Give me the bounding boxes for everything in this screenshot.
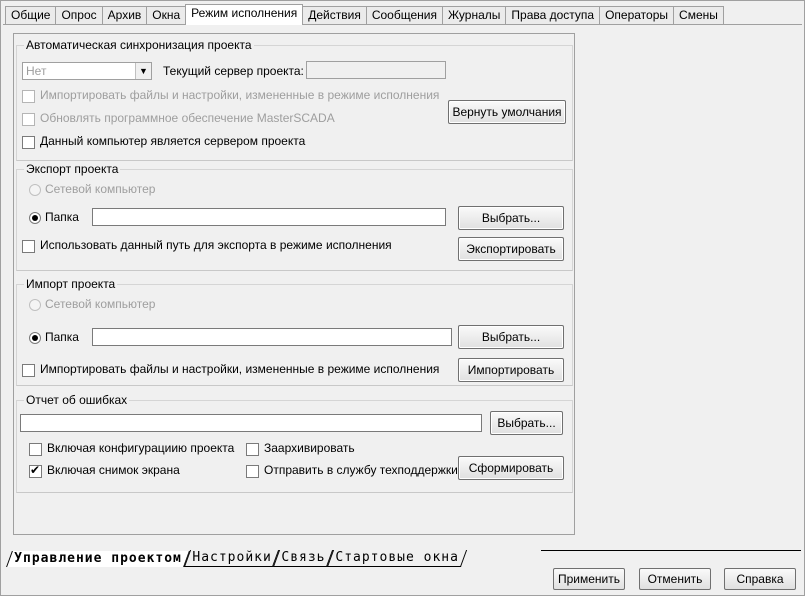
export-network-label: Сетевой компьютер bbox=[45, 182, 156, 196]
archive-label: Заархивировать bbox=[264, 441, 355, 455]
tab-polling[interactable]: Опрос bbox=[55, 6, 102, 25]
export-group-title: Экспорт проекта bbox=[24, 162, 121, 176]
export-group: Экспорт проекта Сетевой компьютер Папка … bbox=[16, 162, 573, 271]
import-folder-radio[interactable] bbox=[29, 332, 41, 344]
import-network-radio[interactable] bbox=[29, 299, 41, 311]
tab-actions[interactable]: Действия bbox=[302, 6, 366, 25]
tab-connection-label: Связь bbox=[281, 550, 326, 565]
current-server-label: Текущий сервер проекта: bbox=[163, 64, 304, 78]
generate-report-button[interactable]: Сформировать bbox=[458, 456, 564, 480]
include-screenshot-label: Включая снимок экрана bbox=[47, 463, 180, 477]
options-dialog: Общие Опрос Архив Окна Режим исполнения … bbox=[0, 0, 805, 596]
chevron-down-icon[interactable]: ▼ bbox=[135, 63, 151, 79]
current-server-field[interactable] bbox=[306, 61, 446, 79]
error-report-group-title: Отчет об ошибках bbox=[24, 393, 130, 407]
checkmark-icon: ✔ bbox=[30, 463, 41, 477]
sync-mode-value: Нет bbox=[26, 64, 47, 78]
tab-archive[interactable]: Архив bbox=[101, 6, 147, 25]
include-screenshot-checkbox[interactable]: ✔ bbox=[29, 463, 42, 478]
top-tab-bar: Общие Опрос Архив Окна Режим исполнения … bbox=[5, 4, 724, 25]
import-group-title: Импорт проекта bbox=[24, 277, 118, 291]
tab-settings-label: Настройки bbox=[192, 550, 272, 565]
tab-project-management-label: Управление проектом bbox=[14, 551, 182, 566]
tab-startup-windows-label: Стартовые окна bbox=[335, 550, 460, 565]
import-folder-field[interactable] bbox=[92, 328, 452, 346]
is-server-checkbox[interactable] bbox=[22, 136, 35, 149]
archive-checkbox[interactable] bbox=[246, 443, 259, 456]
export-folder-label: Папка bbox=[45, 210, 79, 224]
use-export-path-label: Использовать данный путь для экспорта в … bbox=[40, 238, 392, 252]
sync-mode-select[interactable]: Нет ▼ bbox=[22, 62, 152, 80]
tab-operators[interactable]: Операторы bbox=[599, 6, 674, 25]
import-changed-checkbox[interactable] bbox=[22, 90, 35, 103]
import-browse-button[interactable]: Выбрать... bbox=[458, 325, 564, 349]
import-folder-label: Папка bbox=[45, 330, 79, 344]
error-report-group: Отчет об ошибках Выбрать... Включая конф… bbox=[16, 393, 573, 493]
tab-project-management[interactable]: Управление проектом bbox=[6, 551, 190, 567]
include-config-label: Включая конфигурациию проекта bbox=[47, 441, 235, 455]
tab-startup-windows[interactable]: Стартовые окна bbox=[327, 550, 467, 567]
error-report-path-field[interactable] bbox=[20, 414, 482, 432]
is-server-label: Данный компьютер является сервером проек… bbox=[40, 134, 306, 148]
runtime-settings-panel: Автоматическая синхронизация проекта Нет… bbox=[13, 33, 575, 535]
tab-divider bbox=[3, 24, 802, 25]
import-changed-runtime-checkbox[interactable] bbox=[22, 364, 35, 377]
tab-journals[interactable]: Журналы bbox=[441, 6, 506, 25]
import-changed-label: Импортировать файлы и настройки, изменен… bbox=[40, 88, 440, 102]
export-browse-button[interactable]: Выбрать... bbox=[458, 206, 564, 230]
tab-settings[interactable]: Настройки bbox=[183, 550, 280, 567]
apply-button[interactable]: Применить bbox=[553, 568, 625, 590]
restore-defaults-button[interactable]: Вернуть умолчания bbox=[448, 100, 566, 124]
sync-group: Автоматическая синхронизация проекта Нет… bbox=[16, 38, 573, 161]
include-config-checkbox[interactable] bbox=[29, 443, 42, 456]
send-support-label: Отправить в службу техподдержки bbox=[264, 463, 458, 477]
tab-general[interactable]: Общие bbox=[5, 6, 56, 25]
update-software-label: Обновлять программное обеспечение Master… bbox=[40, 111, 335, 125]
bottom-tab-line bbox=[541, 550, 801, 551]
import-group: Импорт проекта Сетевой компьютер Папка В… bbox=[16, 277, 573, 386]
send-support-checkbox[interactable] bbox=[246, 465, 259, 478]
use-export-path-checkbox[interactable] bbox=[22, 240, 35, 253]
update-software-checkbox[interactable] bbox=[22, 113, 35, 126]
export-folder-field[interactable] bbox=[92, 208, 446, 226]
sync-group-title: Автоматическая синхронизация проекта bbox=[24, 38, 254, 52]
tab-messages[interactable]: Сообщения bbox=[365, 6, 442, 25]
tab-shifts[interactable]: Смены bbox=[673, 6, 724, 25]
tab-connection[interactable]: Связь bbox=[273, 550, 334, 567]
export-network-radio[interactable] bbox=[29, 184, 41, 196]
bottom-tab-bar: Управление проектом Настройки Связь Стар… bbox=[6, 549, 467, 567]
error-report-browse-button[interactable]: Выбрать... bbox=[490, 411, 563, 435]
import-network-label: Сетевой компьютер bbox=[45, 297, 156, 311]
tab-runtime-mode[interactable]: Режим исполнения bbox=[185, 4, 304, 25]
help-button[interactable]: Справка bbox=[724, 568, 796, 590]
cancel-button[interactable]: Отменить bbox=[639, 568, 711, 590]
export-button[interactable]: Экспортировать bbox=[458, 237, 564, 261]
import-changed-runtime-label: Импортировать файлы и настройки, изменен… bbox=[40, 362, 440, 376]
tab-windows[interactable]: Окна bbox=[146, 6, 186, 25]
tab-access-rights[interactable]: Права доступа bbox=[505, 6, 600, 25]
import-button[interactable]: Импортировать bbox=[458, 358, 564, 382]
export-folder-radio[interactable] bbox=[29, 212, 41, 224]
